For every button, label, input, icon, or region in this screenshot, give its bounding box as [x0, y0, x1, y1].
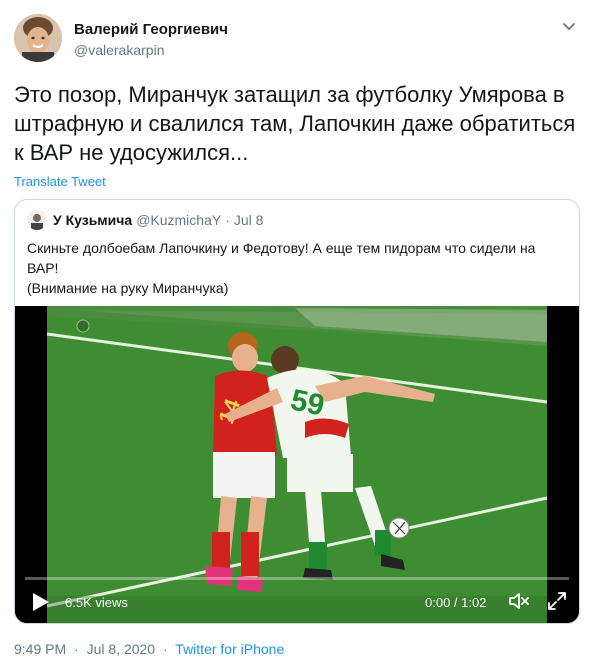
- quoted-tweet[interactable]: У Кузьмича @KuzmichaY · Jul 8 Скиньте до…: [14, 199, 580, 624]
- footer-separator: ·: [162, 641, 168, 657]
- avatar[interactable]: [14, 14, 62, 62]
- quote-date[interactable]: Jul 8: [234, 212, 264, 228]
- tweet-time[interactable]: 9:49 PM: [14, 641, 66, 657]
- tweet-source-link[interactable]: Twitter for iPhone: [175, 641, 284, 657]
- video-views: 6.5K views: [65, 595, 128, 610]
- volume-icon[interactable]: [507, 589, 531, 613]
- video-player[interactable]: 14 59 6.5K views 0:00 / 1:02: [15, 306, 579, 623]
- author-name[interactable]: Валерий Георгиевич: [74, 20, 228, 39]
- quote-separator: ·: [225, 212, 230, 228]
- author-block[interactable]: Валерий Георгиевич @valerakarpin: [74, 20, 228, 60]
- tweet-text: Это позор, Миранчук затащил за футболку …: [14, 82, 576, 165]
- translate-tweet-link[interactable]: Translate Tweet: [14, 174, 106, 189]
- video-time: 0:00 / 1:02: [425, 595, 487, 610]
- chevron-down-icon[interactable]: [559, 16, 579, 36]
- video-controls: 6.5K views 0:00 / 1:02: [15, 575, 579, 623]
- quote-author-handle[interactable]: @KuzmichaY: [136, 212, 221, 228]
- video-progress-bar[interactable]: [25, 577, 569, 580]
- footer-separator: ·: [74, 641, 79, 657]
- tweet-header: Валерий Георгиевич @valerakarpin: [12, 10, 583, 66]
- quote-text-line: Скиньте долбоебам Лапочкину и Федотову! …: [27, 240, 536, 276]
- play-icon[interactable]: [29, 591, 51, 613]
- author-handle[interactable]: @valerakarpin: [74, 41, 228, 60]
- tweet-footer: 9:49 PM · Jul 8, 2020 · Twitter for iPho…: [14, 641, 284, 657]
- shirt-number: 59: [288, 383, 328, 422]
- quote-text: Скиньте долбоебам Лапочкину и Федотову! …: [27, 238, 567, 298]
- fullscreen-icon[interactable]: [545, 589, 569, 613]
- quote-author-name[interactable]: У Кузьмича: [53, 212, 132, 228]
- quote-text-line: (Внимание на руку Миранчука): [27, 280, 229, 296]
- quote-header: У Кузьмича @KuzmichaY · Jul 8: [27, 210, 263, 230]
- tweet-date[interactable]: Jul 8, 2020: [87, 641, 156, 657]
- quote-avatar[interactable]: [27, 210, 47, 230]
